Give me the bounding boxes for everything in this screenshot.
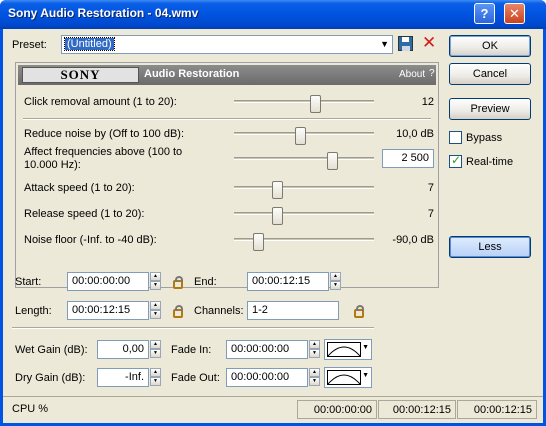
slider-track bbox=[234, 100, 374, 103]
click-removal-slider[interactable] bbox=[234, 95, 374, 113]
preset-value: (Untitled) bbox=[64, 37, 115, 51]
plugin-header: SONY Audio Restoration About ? bbox=[18, 65, 436, 85]
status-end: 00:00:12:15 bbox=[378, 400, 456, 419]
length-spinner[interactable]: ▲ ▼ bbox=[150, 301, 161, 320]
bypass-checkbox[interactable] bbox=[449, 131, 462, 144]
attack-speed-slider[interactable] bbox=[234, 181, 374, 199]
dry-gain-label: Dry Gain (dB): bbox=[15, 372, 86, 384]
wet-gain-label: Wet Gain (dB): bbox=[15, 344, 88, 356]
noise-floor-label: Noise floor (-Inf. to -40 dB): bbox=[24, 234, 157, 246]
window-title: Sony Audio Restoration - 04.wmv bbox=[8, 6, 199, 20]
help-icon[interactable]: ? bbox=[429, 68, 435, 79]
length-input[interactable]: 00:00:12:15 bbox=[67, 301, 149, 320]
fade-in-input[interactable]: 00:00:00:00 bbox=[226, 340, 308, 359]
click-removal-label: Click removal amount (1 to 20): bbox=[24, 96, 177, 108]
slider-track bbox=[234, 212, 374, 215]
start-label: Start: bbox=[15, 276, 42, 288]
noise-floor-value: -90,0 dB bbox=[392, 234, 434, 246]
start-spinner[interactable]: ▲ ▼ bbox=[150, 272, 161, 291]
status-position: 00:00:00:00 bbox=[297, 400, 377, 419]
slider-thumb[interactable] bbox=[327, 152, 338, 170]
bypass-label: Bypass bbox=[466, 132, 503, 144]
slider-thumb[interactable] bbox=[252, 233, 264, 251]
end-label: End: bbox=[194, 276, 217, 288]
plugin-panel: SONY Audio Restoration About ? Click rem… bbox=[15, 62, 439, 288]
release-speed-label: Release speed (1 to 20): bbox=[24, 208, 145, 220]
cpu-label: CPU % bbox=[12, 403, 49, 415]
dialog-client: Preset: (Untitled) ▼ ✕ OK Cancel Preview… bbox=[3, 29, 543, 423]
reduce-noise-value: 10,0 dB bbox=[396, 128, 434, 140]
fade-curve-icon bbox=[327, 342, 361, 357]
slider-track bbox=[234, 186, 374, 189]
lock-icon[interactable] bbox=[173, 276, 183, 289]
lock-icon[interactable] bbox=[354, 305, 364, 318]
status-bar: CPU % 00:00:00:00 00:00:12:15 00:00:12:1… bbox=[3, 396, 543, 420]
attack-speed-value: 7 bbox=[427, 182, 434, 194]
dialog-window: Sony Audio Restoration - 04.wmv ? ✕ Pres… bbox=[0, 0, 546, 426]
release-speed-value: 7 bbox=[427, 208, 434, 220]
dry-gain-spinner[interactable]: ▲ ▼ bbox=[150, 368, 161, 387]
fade-curve-icon bbox=[327, 370, 361, 385]
ok-button[interactable]: OK bbox=[449, 35, 531, 57]
section-divider bbox=[12, 327, 374, 329]
fade-in-curve-dropdown[interactable]: ▼ bbox=[324, 339, 372, 360]
plugin-title: Audio Restoration bbox=[144, 68, 240, 80]
channels-input[interactable]: 1-2 bbox=[247, 301, 339, 320]
end-input[interactable]: 00:00:12:15 bbox=[247, 272, 329, 291]
slider-thumb[interactable] bbox=[272, 181, 284, 199]
realtime-checkbox[interactable] bbox=[449, 153, 462, 168]
less-button[interactable]: Less bbox=[449, 236, 531, 258]
fade-out-label: Fade Out: bbox=[171, 372, 220, 384]
affect-frequencies-slider[interactable] bbox=[234, 152, 374, 170]
channels-label: Channels: bbox=[194, 305, 244, 317]
chevron-down-icon: ▼ bbox=[362, 344, 369, 351]
affect-frequencies-input[interactable]: 2 500 bbox=[382, 149, 434, 168]
fade-out-spinner[interactable]: ▲ ▼ bbox=[309, 368, 320, 387]
affect-frequencies-label: Affect frequencies above (100 to 10.000 … bbox=[24, 146, 183, 171]
end-spinner[interactable]: ▲ ▼ bbox=[330, 272, 341, 291]
preview-button[interactable]: Preview bbox=[449, 98, 531, 120]
close-title-button[interactable]: ✕ bbox=[504, 3, 525, 24]
preset-label: Preset: bbox=[12, 39, 47, 51]
noise-floor-slider[interactable] bbox=[234, 233, 374, 251]
chevron-down-icon: ▼ bbox=[362, 372, 369, 379]
preset-dropdown[interactable]: (Untitled) ▼ bbox=[61, 35, 393, 54]
dry-gain-input[interactable]: -Inf. bbox=[97, 368, 149, 387]
fade-out-input[interactable]: 00:00:00:00 bbox=[226, 368, 308, 387]
lock-icon[interactable] bbox=[173, 305, 183, 318]
realtime-label: Real-time bbox=[466, 156, 514, 168]
about-link[interactable]: About bbox=[399, 69, 425, 80]
sony-logo: SONY bbox=[22, 67, 139, 83]
cancel-button[interactable]: Cancel bbox=[449, 63, 531, 85]
length-label: Length: bbox=[15, 305, 52, 317]
fade-in-spinner[interactable]: ▲ ▼ bbox=[309, 340, 320, 359]
fade-in-label: Fade In: bbox=[171, 344, 212, 356]
title-bar[interactable]: Sony Audio Restoration - 04.wmv ? ✕ bbox=[0, 0, 546, 29]
delete-preset-icon[interactable]: ✕ bbox=[422, 33, 436, 53]
panel-divider bbox=[23, 118, 431, 120]
slider-thumb[interactable] bbox=[272, 207, 284, 225]
wet-gain-input[interactable]: 0,00 bbox=[97, 340, 149, 359]
reduce-noise-slider[interactable] bbox=[234, 127, 374, 145]
click-removal-value: 12 bbox=[421, 96, 434, 108]
status-length: 00:00:12:15 bbox=[457, 400, 537, 419]
wet-gain-spinner[interactable]: ▲ ▼ bbox=[150, 340, 161, 359]
chevron-down-icon: ▼ bbox=[380, 39, 389, 49]
attack-speed-label: Attack speed (1 to 20): bbox=[24, 182, 135, 194]
start-input[interactable]: 00:00:00:00 bbox=[67, 272, 149, 291]
slider-thumb[interactable] bbox=[294, 127, 306, 145]
slider-thumb[interactable] bbox=[310, 95, 322, 113]
save-preset-icon[interactable] bbox=[398, 36, 413, 51]
help-title-button[interactable]: ? bbox=[474, 3, 495, 24]
fade-out-curve-dropdown[interactable]: ▼ bbox=[324, 367, 372, 388]
slider-track bbox=[234, 157, 374, 160]
reduce-noise-label: Reduce noise by (Off to 100 dB): bbox=[24, 128, 184, 140]
release-speed-slider[interactable] bbox=[234, 207, 374, 225]
